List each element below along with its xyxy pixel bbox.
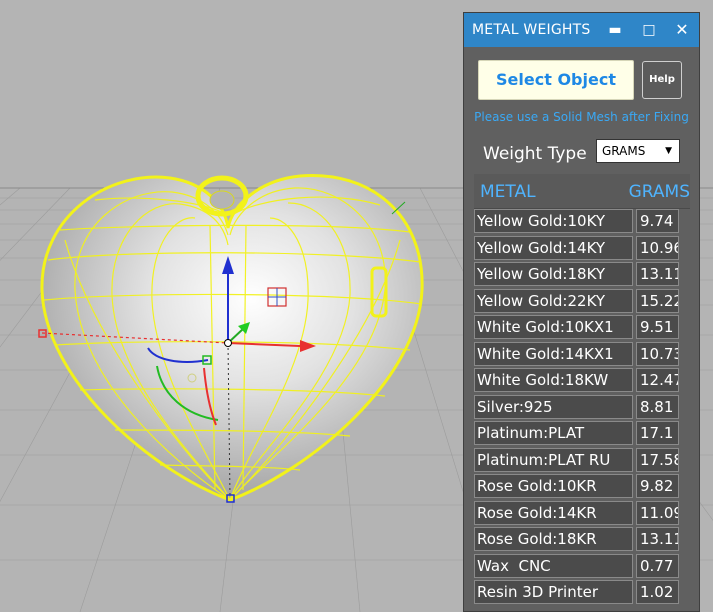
table-header: METAL GRAMS <box>474 174 690 209</box>
metal-grams: 13.11 <box>636 527 679 551</box>
metal-name: White Gold:10KX1 <box>474 315 633 339</box>
table-row: Silver:925 8.81 <box>474 394 690 419</box>
table-row: White Gold:10KX1 9.51 <box>474 315 690 339</box>
table-row: Yellow Gold:22KY 15.22 <box>474 288 690 313</box>
metal-grams: 11.09 <box>636 500 679 525</box>
close-icon[interactable]: ✕ <box>671 19 693 41</box>
table-row: Platinum:PLAT RU 17.58 <box>474 447 690 472</box>
metal-grams: 9.51 <box>636 315 679 339</box>
table-row: Yellow Gold:14KY 10.96 <box>474 235 690 260</box>
table-row: White Gold:18KW 12.47 <box>474 368 690 392</box>
table-row: Rose Gold:14KR 11.09 <box>474 500 690 525</box>
metal-grams: 12.47 <box>636 368 679 392</box>
panel-titlebar[interactable]: METAL WEIGHTS ▬ □ ✕ <box>464 13 699 47</box>
header-metal: METAL <box>480 182 536 202</box>
table-row: Wax CNC 0.77 <box>474 553 690 578</box>
metal-name: Rose Gold:10KR <box>474 474 633 498</box>
metal-name: Platinum:PLAT RU <box>474 447 633 472</box>
weight-type-select[interactable]: GRAMS ▼ <box>596 139 680 163</box>
metal-grams: 0.77 <box>636 553 679 578</box>
metal-name: Resin 3D Printer <box>474 580 633 604</box>
metal-grams: 1.02 <box>636 580 679 604</box>
metal-grams: 9.82 <box>636 474 679 498</box>
metal-name: Rose Gold:14KR <box>474 500 633 525</box>
metal-weights-panel: METAL WEIGHTS ▬ □ ✕ Select Object Help P… <box>463 12 700 612</box>
metal-name: Wax CNC <box>474 553 633 578</box>
select-object-button[interactable]: Select Object <box>478 60 634 100</box>
header-grams: GRAMS <box>628 182 690 202</box>
metal-name: White Gold:18KW <box>474 368 633 392</box>
help-button[interactable]: Help <box>642 61 682 99</box>
metal-grams: 8.81 <box>636 394 679 419</box>
table-row: Platinum:PLAT 17.1 <box>474 421 690 445</box>
weight-type-value: GRAMS <box>602 144 646 158</box>
metal-grams: 10.73 <box>636 341 679 366</box>
hint-text: Please use a Solid Mesh after Fixing <box>474 110 689 124</box>
metal-name: Yellow Gold:14KY <box>474 235 633 260</box>
table-row: White Gold:14KX1 10.73 <box>474 341 690 366</box>
metal-name: Platinum:PLAT <box>474 421 633 445</box>
metal-grams: 17.1 <box>636 421 679 445</box>
metal-grams: 13.11 <box>636 262 679 286</box>
table-row: Rose Gold:10KR 9.82 <box>474 474 690 498</box>
metal-name: White Gold:14KX1 <box>474 341 633 366</box>
table-row: Resin 3D Printer 1.02 <box>474 580 690 604</box>
metal-grams: 10.96 <box>636 235 679 260</box>
table-row: Yellow Gold:18KY 13.11 <box>474 262 690 286</box>
chevron-down-icon: ▼ <box>665 146 672 156</box>
metal-name: Rose Gold:18KR <box>474 527 633 551</box>
weight-type-label: Weight Type <box>483 144 587 164</box>
metal-grams: 17.58 <box>636 447 679 472</box>
metal-name: Silver:925 <box>474 394 633 419</box>
metal-grams: 9.74 <box>636 209 679 233</box>
metal-name: Yellow Gold:10KY <box>474 209 633 233</box>
metal-name: Yellow Gold:18KY <box>474 262 633 286</box>
metal-name: Yellow Gold:22KY <box>474 288 633 313</box>
metal-grams: 15.22 <box>636 288 679 313</box>
table-row: Yellow Gold:10KY 9.74 <box>474 209 690 233</box>
minimize-icon[interactable]: ▬ <box>604 19 626 41</box>
table-row: Rose Gold:18KR 13.11 <box>474 527 690 551</box>
panel-title: METAL WEIGHTS <box>472 22 591 38</box>
maximize-icon[interactable]: □ <box>638 19 660 41</box>
